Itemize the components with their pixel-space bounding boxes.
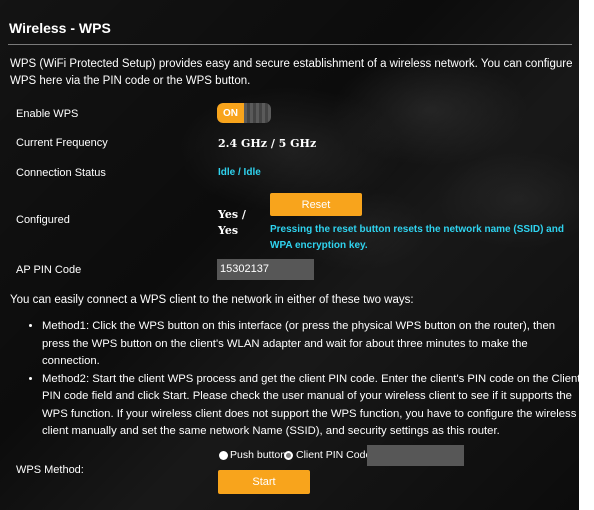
ap-pin-label: AP PIN Code (16, 264, 82, 276)
page-description: WPS (WiFi Protected Setup) provides easy… (10, 58, 573, 87)
enable-wps-toggle[interactable]: ON (217, 103, 271, 123)
title-divider (8, 44, 572, 45)
client-pin-radio-label: Client PIN Code (296, 449, 372, 461)
client-pin-radio[interactable] (284, 451, 293, 460)
toggle-knob (244, 103, 271, 123)
current-frequency-value: 2.4 GHz / 5 GHz (218, 137, 317, 150)
connection-status-label: Connection Status (16, 167, 106, 179)
start-button[interactable]: Start (218, 470, 310, 494)
reset-note: Pressing the reset button resets the net… (270, 224, 564, 251)
wps-panel: Wireless - WPS WPS (WiFi Protected Setup… (0, 0, 582, 510)
push-button-radio-label: Push button (230, 449, 287, 461)
client-pin-field[interactable] (367, 445, 464, 466)
list-item: Method1: Click the WPS button on this in… (42, 318, 582, 371)
push-button-radio[interactable] (219, 451, 228, 460)
configured-value-line1: Yes / (218, 208, 246, 221)
page-title: Wireless - WPS (9, 20, 111, 36)
methods-list: Method1: Click the WPS button on this in… (24, 318, 582, 441)
current-frequency-label: Current Frequency (16, 137, 108, 149)
reset-button[interactable]: Reset (270, 193, 362, 216)
enable-wps-label: Enable WPS (16, 108, 79, 120)
connection-status-value: Idle / Idle (218, 167, 261, 178)
wps-method-label: WPS Method: (16, 464, 84, 476)
configured-value-line2: Yes (218, 224, 239, 237)
toggle-on-text: ON (217, 103, 244, 123)
ap-pin-field[interactable]: 15302137 (217, 259, 314, 280)
page-scrollbar[interactable] (579, 0, 594, 510)
connect-intro: You can easily connect a WPS client to t… (10, 294, 414, 306)
configured-label: Configured (16, 214, 70, 226)
list-item: Method2: Start the client WPS process an… (42, 371, 582, 441)
